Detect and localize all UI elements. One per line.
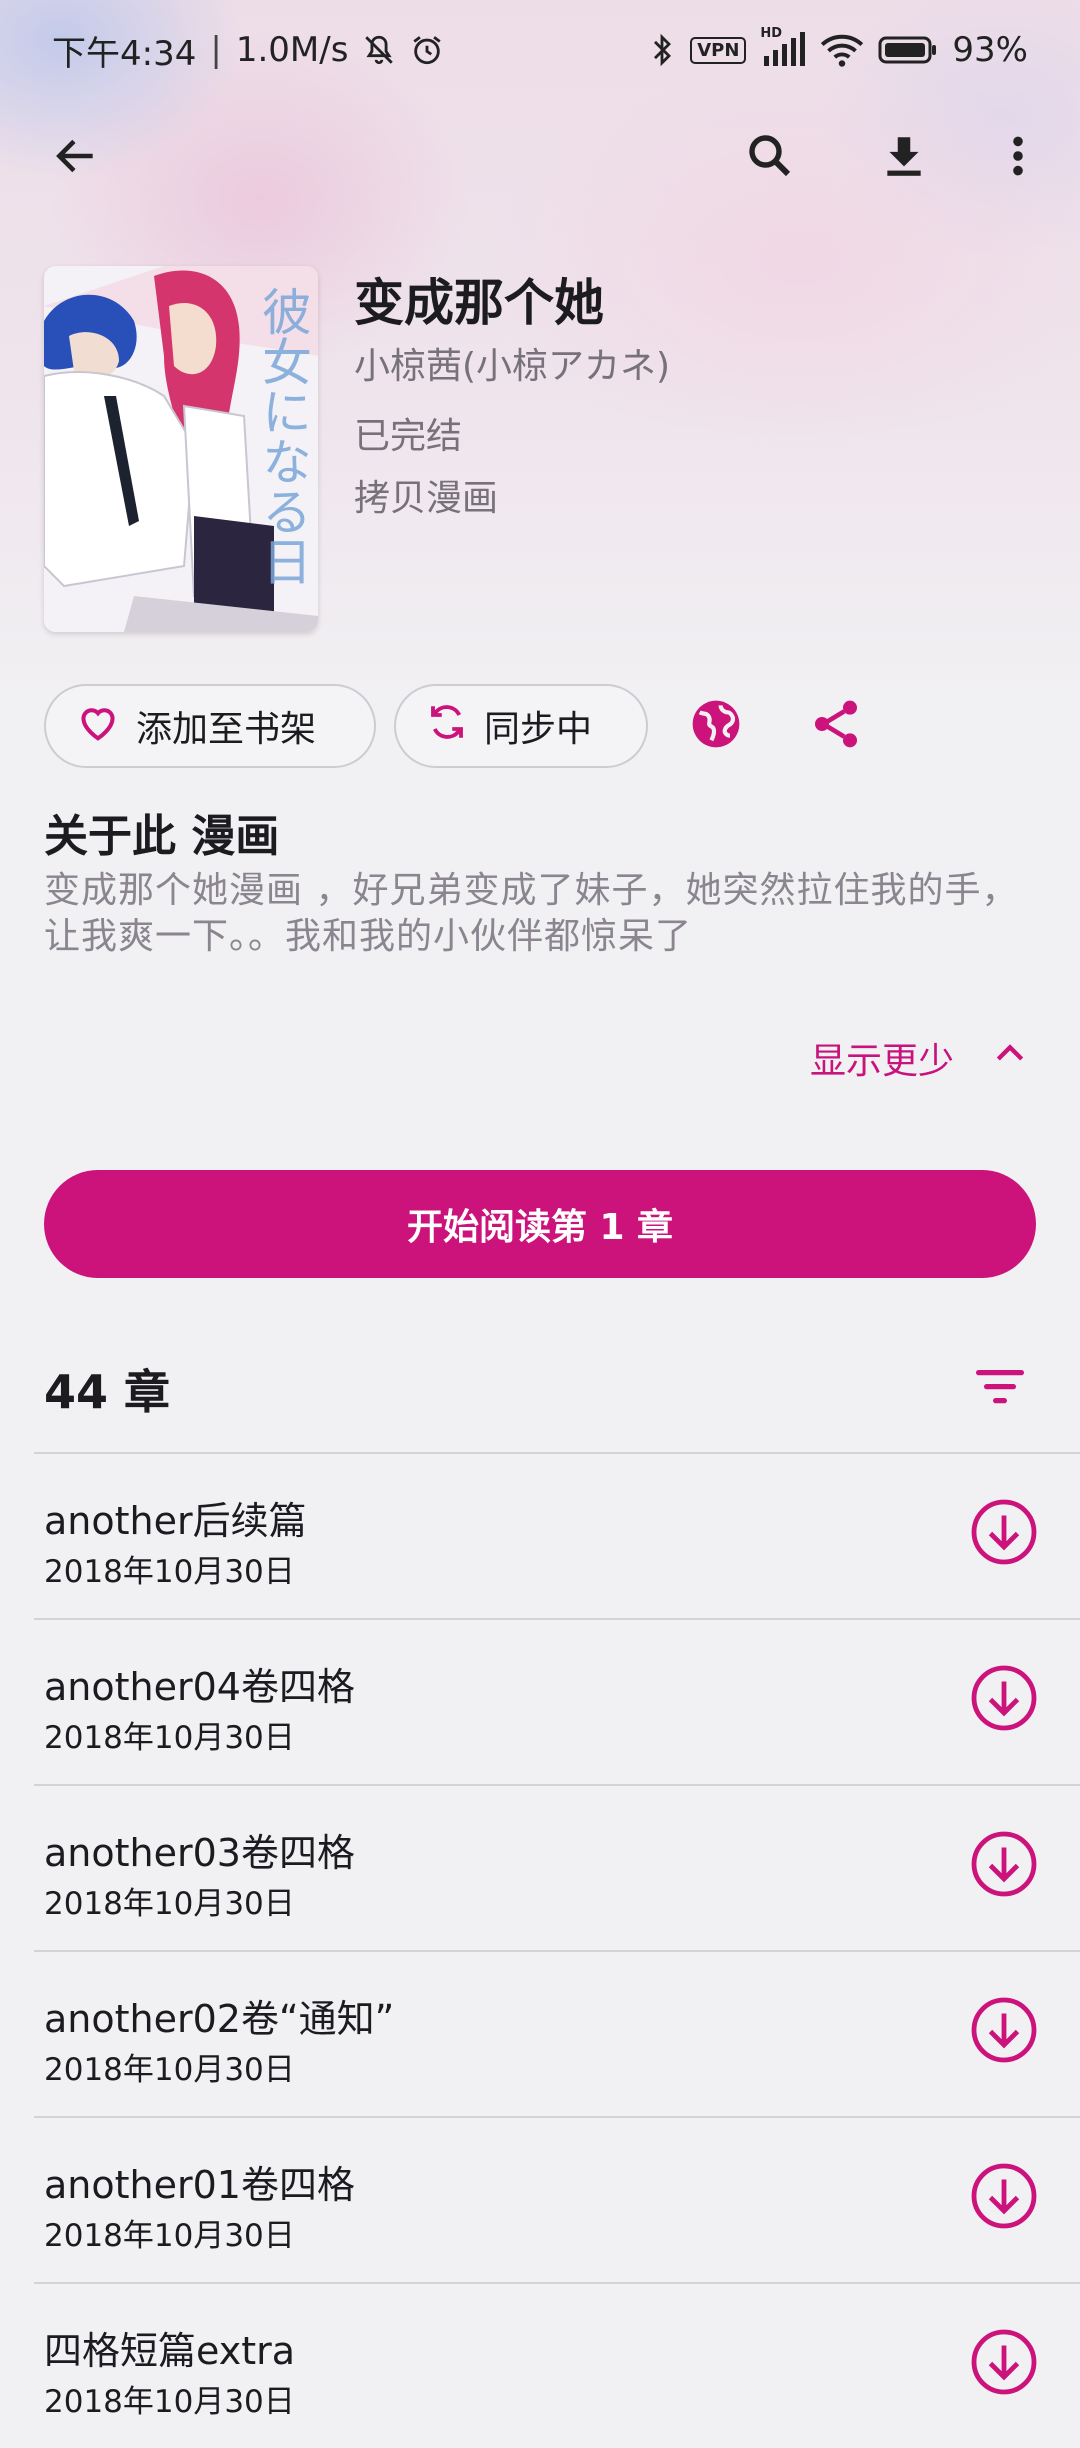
- chapter-name: another03卷四格: [44, 1831, 355, 1875]
- chapter-list: another后续篇 2018年10月30日 another04卷四格 2018…: [0, 1452, 1080, 2448]
- download-circle-icon: [968, 1994, 1040, 2070]
- share-button[interactable]: [800, 690, 872, 762]
- manga-info: 变成那个她 小椋茜(小椋アカネ) 已完结 拷贝漫画: [354, 268, 670, 530]
- chapter-download-button[interactable]: [966, 1496, 1042, 1572]
- chapter-date: 2018年10月30日: [44, 2218, 295, 2254]
- chapter-name: another04卷四格: [44, 1665, 355, 1709]
- manga-cover-image[interactable]: 彼女になる日: [44, 266, 318, 632]
- chapter-download-button[interactable]: [966, 1994, 1042, 2070]
- add-to-library-button[interactable]: 添加至书架: [44, 684, 376, 768]
- download-icon: [879, 131, 929, 185]
- chapter-download-button[interactable]: [966, 2160, 1042, 2236]
- chapter-name: another后续篇: [44, 1499, 307, 1543]
- chapter-date: 2018年10月30日: [44, 2052, 295, 2088]
- chapter-row[interactable]: another01卷四格 2018年10月30日: [34, 2116, 1080, 2282]
- back-button[interactable]: [40, 122, 112, 194]
- filter-button[interactable]: [960, 1352, 1040, 1424]
- network-speed: 1.0M/s: [235, 30, 349, 70]
- hd-label: HD: [760, 26, 783, 41]
- chapter-name: another02卷“通知”: [44, 1997, 395, 2041]
- chapter-date: 2018年10月30日: [44, 2384, 295, 2420]
- chapter-date: 2018年10月30日: [44, 1886, 295, 1922]
- search-icon: [743, 129, 797, 187]
- chapter-row[interactable]: another后续篇 2018年10月30日: [34, 1452, 1080, 1618]
- manga-title: 变成那个她: [354, 274, 604, 332]
- status-bar: 下午4:34 | 1.0M/s VPN HD 93%: [52, 26, 1028, 74]
- about-description: 变成那个她漫画 ，好兄弟变成了妹子，她突然拉住我的手，让我爽一下。。我和我的小伙…: [44, 870, 1019, 957]
- manga-status: 已完结: [354, 416, 463, 457]
- wifi-icon: [820, 32, 864, 68]
- download-circle-icon: [968, 2326, 1040, 2402]
- status-time: 下午4:34: [52, 33, 197, 74]
- chapter-date: 2018年10月30日: [44, 1554, 295, 1590]
- alarm-icon: [410, 33, 444, 67]
- search-button[interactable]: [734, 122, 806, 194]
- chevron-up-icon: [990, 1034, 1030, 1083]
- bluetooth-icon: [648, 32, 676, 68]
- more-options-button[interactable]: [982, 122, 1054, 194]
- heart-outline-icon: [76, 702, 120, 751]
- download-button[interactable]: [868, 122, 940, 194]
- chapter-row[interactable]: another03卷四格 2018年10月30日: [34, 1784, 1080, 1950]
- sync-button[interactable]: 同步中: [394, 684, 648, 768]
- add-to-library-label: 添加至书架: [136, 709, 317, 750]
- globe-icon: [688, 696, 744, 756]
- more-vert-icon: [998, 131, 1038, 185]
- download-circle-icon: [968, 1828, 1040, 1904]
- download-circle-icon: [968, 2160, 1040, 2236]
- download-circle-icon: [968, 1662, 1040, 1738]
- chapter-name: 四格短篇extra: [44, 2329, 296, 2373]
- show-less-label: 显示更少: [809, 1041, 954, 1082]
- manga-author[interactable]: 小椋茜(小椋アカネ): [354, 338, 670, 396]
- chapter-row[interactable]: 四格短篇extra 2018年10月30日: [34, 2282, 1080, 2448]
- cover-title-text: 彼女になる日: [254, 286, 312, 586]
- chapter-count: 44 章: [44, 1365, 171, 1419]
- open-website-button[interactable]: [680, 690, 752, 762]
- battery-icon: [878, 34, 938, 66]
- chapter-download-button[interactable]: [966, 1828, 1042, 1904]
- start-reading-button[interactable]: 开始阅读第 1 章: [44, 1170, 1036, 1278]
- chapter-name: another01卷四格: [44, 2163, 355, 2207]
- filter-icon: [974, 1366, 1026, 1410]
- bell-off-icon: [362, 33, 396, 67]
- back-arrow-icon: [51, 131, 101, 185]
- sync-icon: [426, 701, 468, 752]
- chapter-date: 2018年10月30日: [44, 1720, 295, 1756]
- app-bar: [0, 110, 1080, 206]
- chapter-row[interactable]: another02卷“通知” 2018年10月30日: [34, 1950, 1080, 2116]
- battery-level: 93%: [952, 30, 1028, 70]
- manga-source: 拷贝漫画: [354, 478, 499, 519]
- share-icon: [808, 696, 864, 756]
- about-heading: 关于此 漫画: [44, 811, 280, 862]
- chapter-download-button[interactable]: [966, 1662, 1042, 1738]
- chapter-download-button[interactable]: [966, 2326, 1042, 2402]
- signal-icon: HD: [760, 26, 806, 68]
- show-less-button[interactable]: 显示更少: [810, 1032, 1030, 1084]
- sync-label: 同步中: [484, 709, 593, 750]
- vpn-badge: VPN: [690, 36, 747, 64]
- chapter-row[interactable]: another04卷四格 2018年10月30日: [34, 1618, 1080, 1784]
- download-circle-icon: [968, 1496, 1040, 1572]
